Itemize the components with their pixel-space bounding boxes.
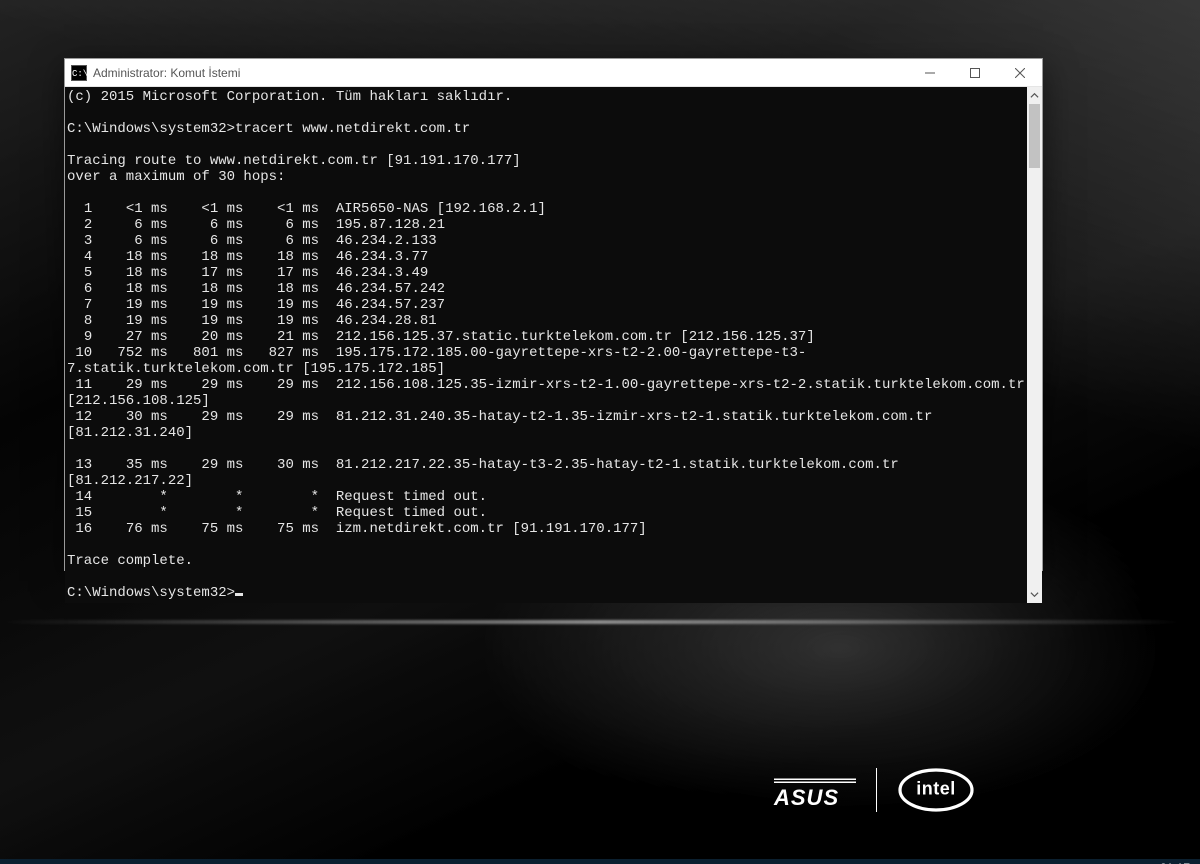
close-button[interactable] — [997, 59, 1042, 87]
cmd-icon: C:\ — [71, 65, 87, 81]
scrollbar-track[interactable] — [1027, 104, 1042, 586]
asus-logo: ASUS — [774, 773, 856, 807]
maximize-button[interactable] — [952, 59, 997, 87]
taskbar[interactable] — [0, 859, 1200, 864]
intel-text: intel — [916, 779, 956, 800]
asus-text: ASUS — [774, 785, 839, 810]
minimize-icon — [925, 68, 935, 78]
cmd-window: C:\ Administrator: Komut İstemi (c) 2015… — [64, 58, 1043, 571]
titlebar[interactable]: C:\ Administrator: Komut İstemi — [65, 59, 1042, 87]
intel-logo: intel — [897, 766, 975, 814]
chevron-up-icon — [1030, 91, 1039, 100]
vertical-scrollbar[interactable] — [1027, 87, 1042, 603]
chevron-down-icon — [1030, 590, 1039, 599]
minimize-button[interactable] — [907, 59, 952, 87]
maximize-icon — [970, 68, 980, 78]
brand-logos: ASUS intel — [774, 766, 975, 814]
scrollbar-thumb[interactable] — [1029, 104, 1040, 168]
scroll-up-button[interactable] — [1027, 87, 1042, 104]
window-title: Administrator: Komut İstemi — [93, 66, 240, 80]
console-output[interactable]: (c) 2015 Microsoft Corporation. Tüm hakl… — [65, 87, 1027, 603]
brand-divider — [876, 768, 877, 812]
cursor — [235, 593, 243, 596]
scroll-down-button[interactable] — [1027, 586, 1042, 603]
close-icon — [1015, 68, 1025, 78]
